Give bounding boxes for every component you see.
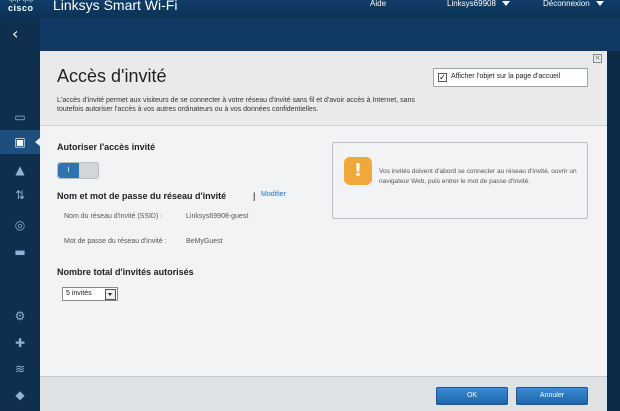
guest-access-icon[interactable]: ▣ bbox=[0, 130, 40, 154]
cisco-wordmark: cisco bbox=[8, 3, 34, 13]
speed-test-icon[interactable]: ◎ bbox=[12, 218, 28, 232]
wireless-icon[interactable]: ≋ bbox=[12, 362, 28, 376]
logout-menu[interactable]: Déconnexion bbox=[543, 0, 604, 8]
chevron-down-icon bbox=[501, 1, 510, 7]
page-title: Accès d'invité bbox=[57, 66, 167, 86]
cisco-logo: ı|ıı|ı ı|ıı|ı cisco bbox=[8, 0, 42, 18]
sidebar bbox=[0, 18, 40, 410]
guests-count-select[interactable]: 5 invités bbox=[62, 287, 118, 301]
chevron-down-icon[interactable] bbox=[105, 289, 116, 300]
guests-count-value: 5 invités bbox=[66, 290, 92, 297]
account-name: Linksys69908 bbox=[447, 0, 496, 8]
app-title: Linksys Smart Wi-Fi bbox=[53, 0, 178, 13]
ssid-label: Nom du réseau d'invité (SSID) : bbox=[64, 213, 163, 220]
troubleshooting-icon[interactable]: ✚ bbox=[12, 336, 28, 350]
show-on-home-label: Afficher l'objet sur la page d'accueil bbox=[451, 73, 561, 80]
show-on-home-option[interactable]: ✓ Afficher l'objet sur la page d'accueil bbox=[433, 68, 588, 87]
security-icon[interactable]: ◆ bbox=[12, 388, 28, 402]
parental-controls-icon[interactable]: ▲ bbox=[12, 163, 28, 177]
warning-icon: ! bbox=[344, 157, 372, 185]
ok-button[interactable]: OK bbox=[436, 387, 508, 405]
password-label: Mot de passe du réseau d'invité : bbox=[64, 238, 167, 245]
guest-network-title: Nom et mot de passe du réseau d'invité bbox=[57, 191, 227, 201]
chevron-down-icon bbox=[595, 1, 604, 7]
close-icon[interactable]: × bbox=[593, 54, 602, 63]
ssid-value: Linksys69908-guest bbox=[186, 213, 249, 220]
back-arrow-icon[interactable]: ‹ bbox=[12, 26, 18, 42]
cancel-button[interactable]: Annuler bbox=[516, 387, 588, 405]
account-menu[interactable]: Linksys69908 bbox=[447, 0, 510, 8]
info-text: Vos invités doivent d'abord se connecter… bbox=[379, 168, 577, 185]
media-prioritization-icon[interactable]: ⇅ bbox=[12, 188, 28, 202]
toggle-on-indicator: I bbox=[58, 163, 79, 178]
allow-guest-access-title: Autoriser l'accès invité bbox=[57, 142, 156, 152]
top-bar: ı|ıı|ı ı|ıı|ı cisco Linksys Smart Wi-Fi … bbox=[0, 0, 620, 18]
page-description: L'accès d'invité permet aux visiteurs de… bbox=[57, 97, 415, 113]
separator: | bbox=[253, 191, 256, 201]
modify-link[interactable]: Modifier bbox=[261, 191, 286, 198]
total-guests-title: Nombre total d'invités autorisés bbox=[57, 267, 194, 277]
show-on-home-checkbox[interactable]: ✓ bbox=[438, 73, 447, 82]
back-bar bbox=[0, 18, 620, 51]
logout-label: Déconnexion bbox=[543, 0, 590, 8]
password-value: BeMyGuest bbox=[186, 238, 223, 245]
help-link[interactable]: Aide bbox=[370, 0, 386, 8]
guest-access-panel: × Accès d'invité L'accès d'invité permet… bbox=[40, 51, 607, 411]
connectivity-icon[interactable]: ⚙ bbox=[12, 309, 28, 323]
info-box: ! Vos invités doivent d'abord se connect… bbox=[332, 142, 588, 219]
device-list-icon[interactable]: ▭ bbox=[12, 110, 28, 124]
guest-access-toggle[interactable]: I bbox=[57, 162, 99, 179]
external-storage-icon[interactable]: ▬ bbox=[12, 245, 28, 259]
